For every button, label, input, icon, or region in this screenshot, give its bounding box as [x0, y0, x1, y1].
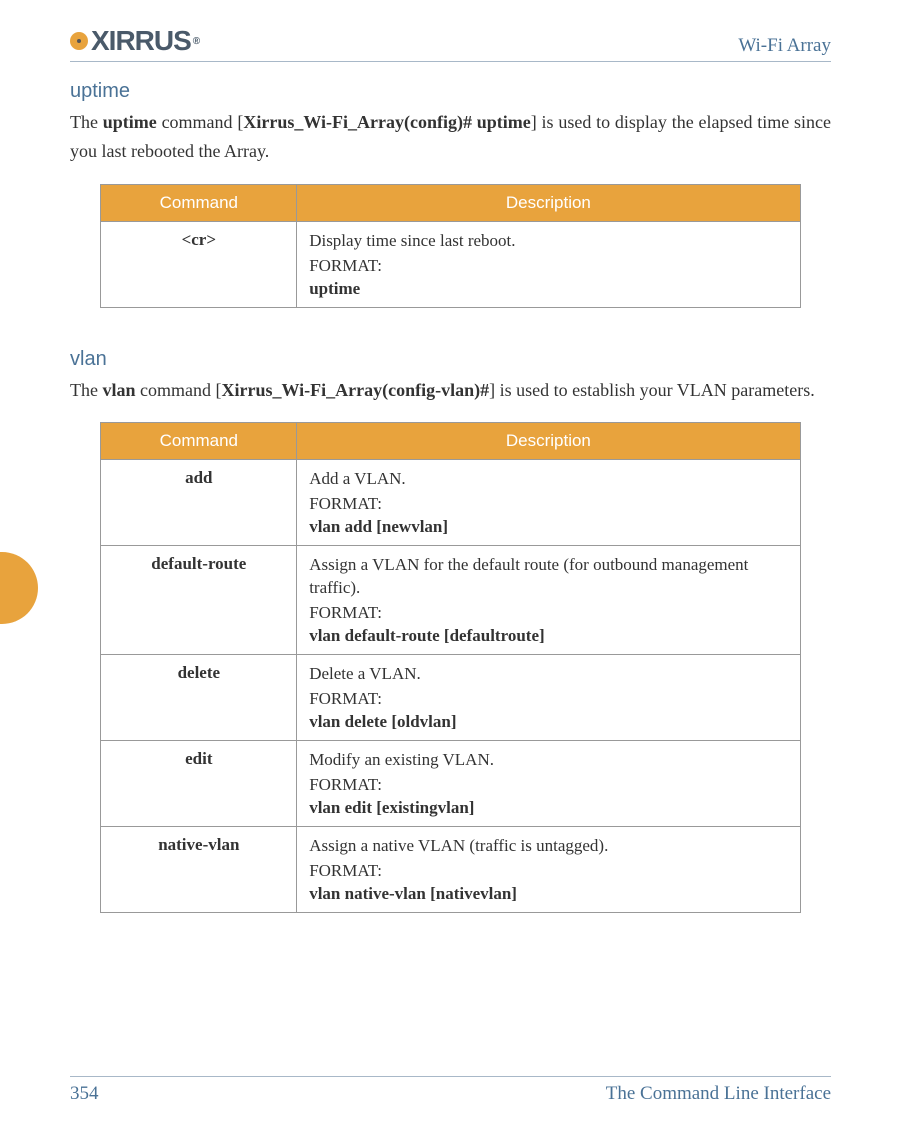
cmd-cell: add [101, 460, 297, 546]
text: The [70, 112, 103, 132]
uptime-intro: The uptime command [Xirrus_Wi-Fi_Array(c… [70, 108, 831, 166]
desc-text: Modify an existing VLAN. [309, 749, 787, 772]
col-command: Command [101, 184, 297, 221]
text-bold: uptime [103, 112, 157, 132]
table-row: native-vlan Assign a native VLAN (traffi… [101, 827, 800, 913]
table-row: edit Modify an existing VLAN. FORMAT: vl… [101, 741, 800, 827]
table-row: default-route Assign a VLAN for the defa… [101, 546, 800, 655]
section-title-vlan: vlan [70, 348, 831, 371]
section-title-uptime: uptime [70, 80, 831, 103]
text-bold: vlan [102, 380, 135, 400]
desc-text: Display time since last reboot. [309, 230, 787, 253]
table-row: delete Delete a VLAN. FORMAT: vlan delet… [101, 655, 800, 741]
format-label: FORMAT: [309, 256, 787, 276]
cmd-cell: <cr> [101, 221, 297, 307]
format-label: FORMAT: [309, 775, 787, 795]
format-label: FORMAT: [309, 494, 787, 514]
syntax-text: vlan edit [existingvlan] [309, 798, 787, 818]
page-header: XIRRUS ® Wi-Fi Array [70, 25, 831, 62]
desc-cell: Modify an existing VLAN. FORMAT: vlan ed… [297, 741, 800, 827]
table-row: <cr> Display time since last reboot. FOR… [101, 221, 800, 307]
footer-title: The Command Line Interface [606, 1083, 831, 1105]
text: command [ [157, 112, 244, 132]
table-row: add Add a VLAN. FORMAT: vlan add [newvla… [101, 460, 800, 546]
logo-text: XIRRUS [91, 25, 191, 57]
syntax-text: vlan native-vlan [nativevlan] [309, 884, 787, 904]
cmd-cell: default-route [101, 546, 297, 655]
desc-cell: Assign a native VLAN (traffic is untagge… [297, 827, 800, 913]
col-description: Description [297, 423, 800, 460]
page-number: 354 [70, 1083, 99, 1105]
syntax-text: vlan default-route [defaultroute] [309, 626, 787, 646]
desc-text: Assign a native VLAN (traffic is untagge… [309, 835, 787, 858]
desc-text: Assign a VLAN for the default route (for… [309, 554, 787, 600]
syntax-text: uptime [309, 279, 787, 299]
table-header-row: Command Description [101, 423, 800, 460]
page-footer: 354 The Command Line Interface [70, 1076, 831, 1105]
text: ] is used to establish your VLAN paramet… [489, 380, 815, 400]
desc-cell: Add a VLAN. FORMAT: vlan add [newvlan] [297, 460, 800, 546]
text-bold: Xirrus_Wi-Fi_Array(config)# uptime [243, 112, 530, 132]
vlan-table: Command Description add Add a VLAN. FORM… [100, 422, 800, 913]
uptime-table: Command Description <cr> Display time si… [100, 184, 800, 308]
table-header-row: Command Description [101, 184, 800, 221]
logo-dot-icon [70, 32, 88, 50]
format-label: FORMAT: [309, 861, 787, 881]
desc-text: Delete a VLAN. [309, 663, 787, 686]
cmd-cell: native-vlan [101, 827, 297, 913]
text: The [70, 380, 102, 400]
desc-cell: Display time since last reboot. FORMAT: … [297, 221, 800, 307]
desc-text: Add a VLAN. [309, 468, 787, 491]
brand-logo: XIRRUS ® [70, 25, 199, 57]
vlan-intro: The vlan command [Xirrus_Wi-Fi_Array(con… [70, 376, 831, 405]
cmd-cell: edit [101, 741, 297, 827]
format-label: FORMAT: [309, 603, 787, 623]
registered-mark-icon: ® [193, 36, 199, 47]
syntax-text: vlan add [newvlan] [309, 517, 787, 537]
col-command: Command [101, 423, 297, 460]
desc-cell: Delete a VLAN. FORMAT: vlan delete [oldv… [297, 655, 800, 741]
col-description: Description [297, 184, 800, 221]
desc-cell: Assign a VLAN for the default route (for… [297, 546, 800, 655]
text: command [ [136, 380, 222, 400]
format-label: FORMAT: [309, 689, 787, 709]
syntax-text: vlan delete [oldvlan] [309, 712, 787, 732]
header-product: Wi-Fi Array [738, 35, 831, 57]
page-content: XIRRUS ® Wi-Fi Array uptime The uptime c… [0, 0, 901, 983]
text-bold: Xirrus_Wi-Fi_Array(config-vlan)# [221, 380, 489, 400]
cmd-cell: delete [101, 655, 297, 741]
